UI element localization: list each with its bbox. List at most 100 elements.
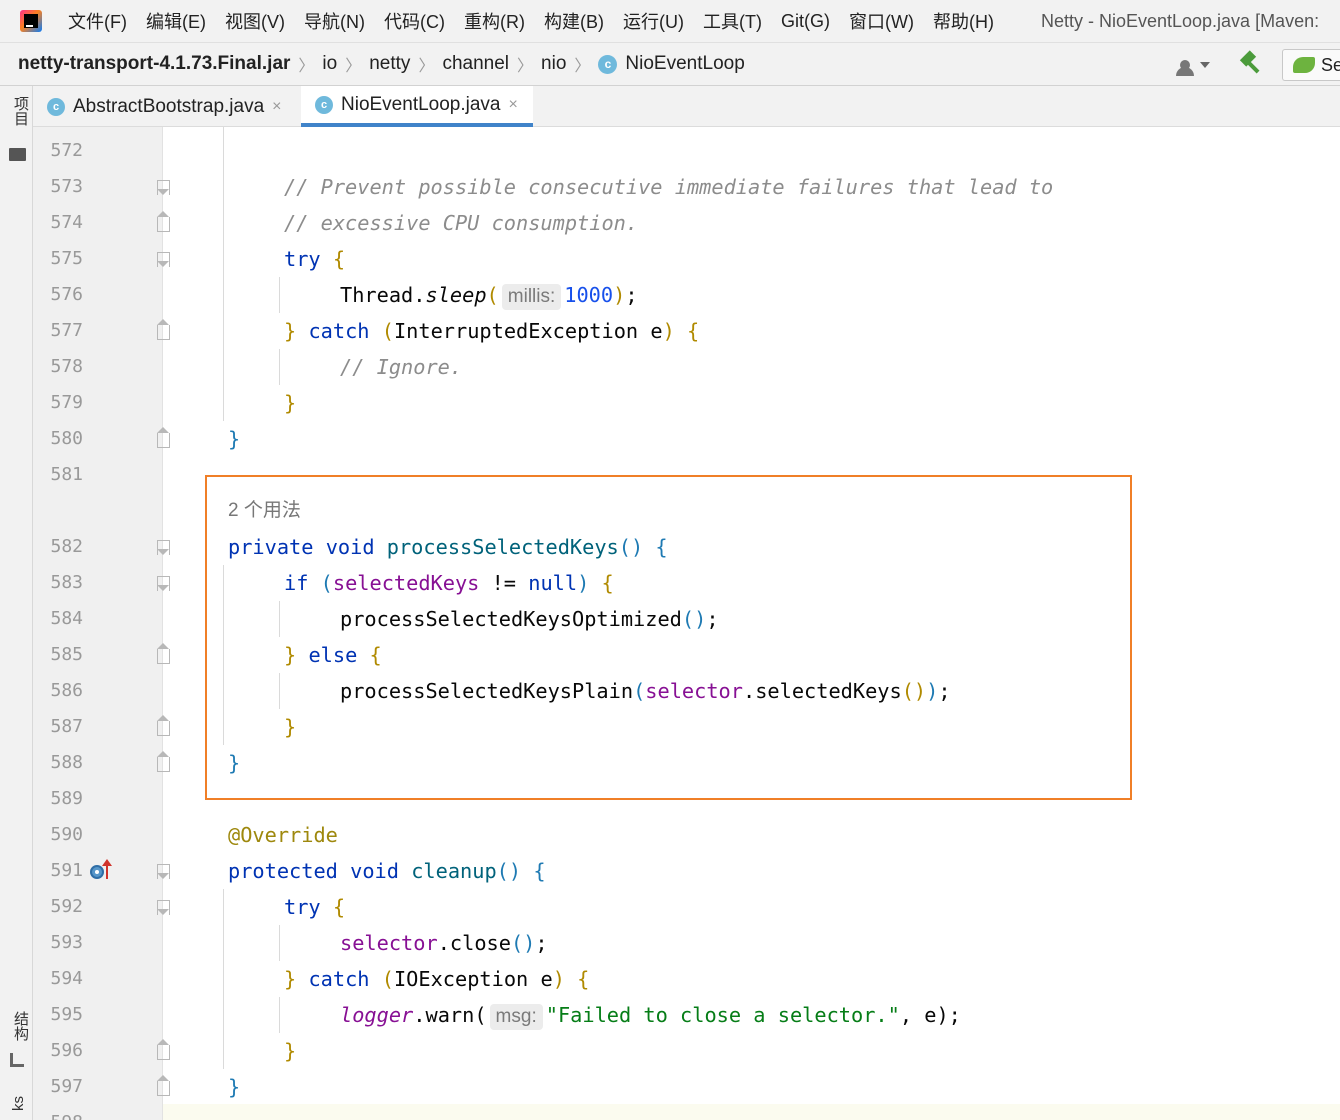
code-class: Thread [340, 283, 414, 307]
breadcrumb: netty-transport-4.1.73.Final.jar 〉 io 〉 … [18, 52, 745, 76]
close-icon[interactable]: × [509, 96, 518, 114]
breadcrumb-separator: 〉 [298, 58, 315, 75]
line-number: 577 [50, 320, 83, 341]
menu-file[interactable]: 文件(F) [68, 8, 127, 34]
code-line: processSelectedKeysOptimized(); [340, 607, 719, 631]
indent-guide [279, 673, 280, 709]
line-number: 587 [50, 716, 83, 737]
tab-label: AbstractBootstrap.java [73, 95, 265, 117]
code-keyword: if [284, 571, 309, 595]
code-line: } [284, 1039, 297, 1063]
code-method-call: processSelectedKeysPlain [340, 679, 634, 703]
structure-icon [10, 1053, 24, 1067]
menu-code[interactable]: 代码(C) [384, 8, 445, 34]
menu-bar: 文件(F) 编辑(E) 视图(V) 导航(N) 代码(C) 重构(R) 构建(B… [0, 0, 1340, 42]
line-number: 584 [50, 608, 83, 629]
structure-tool-label: 结构 [12, 1011, 29, 1041]
line-number: 582 [50, 536, 83, 557]
menu-window[interactable]: 窗口(W) [849, 8, 914, 34]
usages-hint[interactable]: 2 个用法 [228, 493, 301, 529]
code-line: Thread.sleep(millis: 1000); [340, 277, 638, 313]
indent-guide [279, 601, 280, 637]
breadcrumb-separator: 〉 [418, 58, 435, 75]
code-method: sleep [425, 283, 487, 307]
code-operator: != [479, 571, 529, 595]
code-keyword: private [228, 535, 314, 559]
navigation-bar: netty-transport-4.1.73.Final.jar 〉 io 〉 … [0, 42, 1340, 86]
build-hammer-icon[interactable] [1238, 50, 1264, 78]
indent-guide [223, 565, 224, 745]
user-icon[interactable] [1176, 55, 1210, 76]
code-field: logger [340, 1003, 414, 1027]
overrides-method-icon[interactable] [90, 859, 114, 883]
code-line: } [228, 427, 241, 451]
code-line: selector.close(); [340, 931, 548, 955]
code-line: } else { [284, 643, 382, 667]
code-method-call: close [449, 931, 511, 955]
code-line: logger.warn(msg: "Failed to close a selec… [340, 997, 961, 1033]
menu-git[interactable]: Git(G) [781, 11, 830, 32]
parameter-hint: msg: [489, 1003, 543, 1030]
menu-refactor[interactable]: 重构(R) [464, 8, 525, 34]
menu-run[interactable]: 运行(U) [623, 8, 684, 34]
code-method-declaration: cleanup [411, 859, 497, 883]
breadcrumb-package-netty[interactable]: netty [369, 53, 410, 75]
line-number: 578 [50, 356, 83, 377]
indent-guide [279, 925, 280, 961]
menu-tools[interactable]: 工具(T) [703, 8, 762, 34]
intellij-logo-icon[interactable] [20, 10, 42, 32]
project-tool-button[interactable]: 项目 [7, 96, 29, 166]
menu-edit[interactable]: 编辑(E) [146, 8, 206, 34]
code-line: private void processSelectedKeys() { [228, 535, 668, 559]
menu-view[interactable]: 视图(V) [225, 8, 285, 34]
breadcrumb-separator: 〉 [574, 58, 591, 75]
line-number: 579 [50, 392, 83, 413]
code-keyword: catch [308, 319, 370, 343]
class-icon: c [598, 54, 618, 74]
code-area[interactable]: // Prevent possible consecutive immediat… [163, 127, 1340, 1120]
run-configuration-selector[interactable]: Se [1282, 49, 1340, 81]
code-keyword: void [325, 535, 375, 559]
code-field: selectedKeys [332, 571, 480, 595]
code-keyword: try [284, 895, 321, 919]
breadcrumb-package-channel[interactable]: channel [442, 53, 509, 75]
indent-guide [279, 997, 280, 1033]
structure-tool-button[interactable]: 结构 [7, 1011, 29, 1073]
code-editor[interactable]: 572 573 574 575 576 577 578 579 580 581 … [33, 127, 1340, 1120]
breadcrumb-package-io[interactable]: io [322, 53, 337, 75]
indent-guide [223, 127, 224, 421]
class-icon: c [47, 97, 65, 116]
line-number: 576 [50, 284, 83, 305]
code-line: // excessive CPU consumption. [284, 205, 638, 241]
breadcrumb-class[interactable]: NioEventLoop [625, 53, 744, 75]
breadcrumb-package-nio[interactable]: nio [541, 53, 566, 75]
code-method-declaration: processSelectedKeys [386, 535, 619, 559]
bookmarks-tool-button[interactable]: ks [10, 1096, 27, 1111]
tab-abstractbootstrap[interactable]: c AbstractBootstrap.java × [33, 86, 301, 127]
code-comment: // Prevent possible consecutive immediat… [284, 175, 1054, 199]
menu-help[interactable]: 帮助(H) [933, 8, 994, 34]
menu-build[interactable]: 构建(B) [544, 8, 604, 34]
code-number: 1000 [564, 283, 614, 307]
menu-navigate[interactable]: 导航(N) [304, 8, 365, 34]
code-line: } [284, 391, 297, 415]
line-number: 573 [50, 176, 83, 197]
line-number: 586 [50, 680, 83, 701]
code-exception: InterruptedException e [393, 319, 663, 343]
code-keyword: try [284, 247, 321, 271]
code-line: } [228, 1075, 241, 1099]
tab-nioeventloop[interactable]: c NioEventLoop.java × [301, 86, 533, 127]
code-line: processSelectedKeysPlain(selector.select… [340, 679, 951, 703]
code-line: // Prevent possible consecutive immediat… [284, 169, 1053, 205]
chevron-down-icon [1200, 62, 1210, 68]
indent-guide [279, 349, 280, 385]
run-configuration-label: Se [1321, 54, 1340, 75]
breadcrumb-separator: 〉 [345, 58, 362, 75]
line-number: 575 [50, 248, 83, 269]
editor-gutter: 572 573 574 575 576 577 578 579 580 581 … [33, 127, 170, 1120]
breadcrumb-jar[interactable]: netty-transport-4.1.73.Final.jar [18, 53, 290, 75]
code-line: } [228, 751, 241, 775]
line-number: 581 [50, 464, 83, 485]
project-tool-label: 项目 [12, 96, 29, 126]
close-icon[interactable]: × [272, 98, 281, 116]
